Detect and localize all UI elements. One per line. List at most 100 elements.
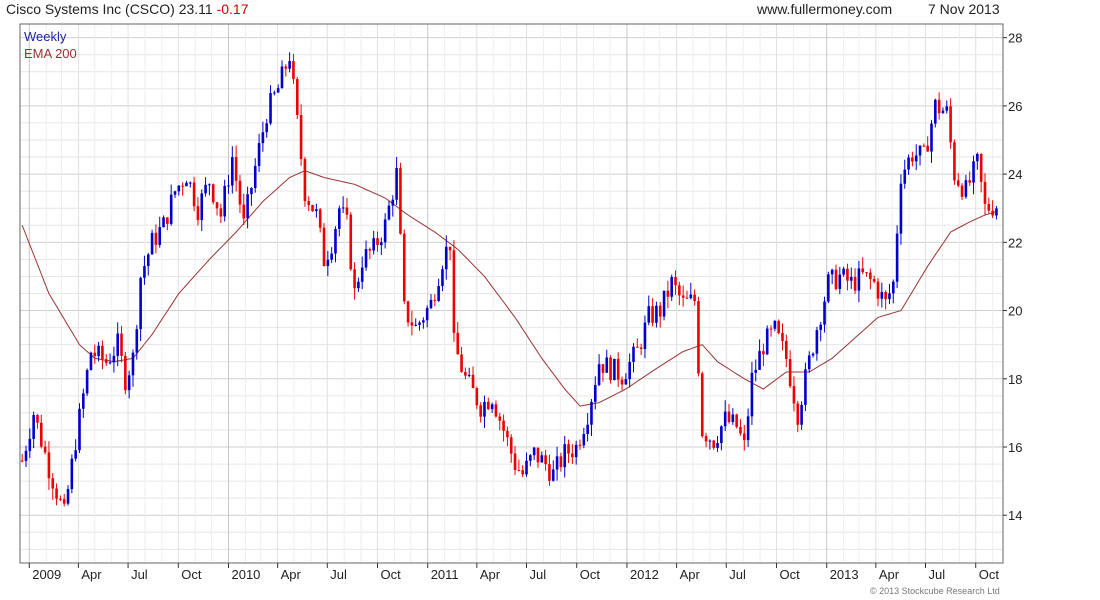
candle-body: [292, 61, 295, 80]
candle-body: [758, 351, 761, 370]
candle-body: [487, 401, 490, 410]
candle-body: [425, 308, 429, 321]
candle-body: [502, 420, 505, 431]
candle-body: [888, 293, 891, 300]
candle-body: [838, 274, 842, 290]
candle-body: [597, 364, 601, 385]
candle-body: [884, 291, 887, 300]
candle-body: [754, 369, 758, 373]
candle-body: [364, 249, 368, 268]
candle-body: [231, 157, 234, 186]
candle-body: [544, 455, 547, 465]
candle-body: [414, 324, 418, 326]
candle-body: [792, 386, 796, 404]
x-tick-label: 2013: [830, 567, 859, 582]
candle-body: [154, 232, 158, 245]
candle-body: [257, 143, 261, 166]
y-tick-label: 24: [1008, 167, 1022, 182]
candle-body: [24, 450, 28, 461]
candle-body: [643, 322, 647, 349]
x-tick-label: Apr: [281, 567, 302, 582]
candle-body: [532, 447, 536, 456]
candle-body: [578, 444, 582, 446]
candle-body: [632, 346, 635, 362]
candle-body: [280, 66, 284, 89]
candle-body: [97, 345, 100, 357]
candle-body: [846, 268, 849, 281]
candle-body: [613, 358, 616, 381]
legend-weekly: Weekly: [24, 29, 67, 44]
candle-body: [234, 157, 238, 181]
candle-body: [448, 246, 452, 251]
candle-body: [380, 242, 383, 246]
candle-body: [418, 322, 421, 325]
candle-body: [918, 145, 922, 156]
y-tick-label: 28: [1008, 31, 1022, 46]
candle-body: [601, 364, 605, 373]
candle-body: [727, 411, 731, 422]
candle-body: [723, 411, 727, 427]
candle-body: [146, 254, 150, 267]
candle-body: [750, 372, 754, 417]
candle-body: [536, 447, 540, 463]
candle-body: [693, 294, 696, 302]
candle-body: [983, 181, 987, 204]
candle-body: [548, 464, 551, 481]
candle-body: [490, 404, 494, 410]
y-tick-label: 20: [1008, 304, 1022, 319]
candle-body: [765, 328, 769, 355]
candle-body: [834, 269, 838, 290]
candle-body: [620, 379, 624, 385]
candle-body: [891, 281, 895, 294]
candle-body: [582, 434, 586, 446]
candle-body: [215, 202, 219, 209]
candle-body: [173, 191, 177, 195]
candles: [20, 52, 998, 507]
candle-body: [135, 329, 139, 353]
candle-body: [47, 452, 51, 479]
candle-body: [276, 88, 280, 93]
candle-body: [666, 290, 670, 297]
candle-body: [823, 301, 826, 325]
candle-body: [704, 436, 708, 442]
candle-body: [804, 369, 807, 405]
x-tick-label: Jul: [131, 567, 148, 582]
candle-body: [807, 355, 811, 370]
candle-body: [937, 99, 941, 114]
candle-body: [880, 291, 884, 299]
ema-line: [21, 170, 997, 407]
candle-body: [857, 268, 861, 291]
candle-body: [70, 458, 74, 490]
x-tick-label: 2012: [630, 567, 659, 582]
candle-body: [800, 404, 803, 425]
candle-body: [876, 281, 880, 299]
candle-body: [609, 357, 612, 381]
candle-body: [315, 209, 318, 212]
candle-body: [559, 456, 563, 468]
candle-body: [616, 358, 620, 380]
candle-body: [678, 285, 681, 296]
candle-body: [475, 388, 479, 406]
candle-body: [712, 440, 716, 448]
candle-body: [169, 194, 173, 224]
candle-body: [987, 203, 991, 211]
candle-body: [574, 444, 578, 458]
candle-body: [452, 250, 456, 333]
candle-body: [720, 426, 723, 444]
candle-body: [865, 272, 868, 274]
candle-body: [402, 233, 406, 302]
candle-body: [830, 269, 834, 275]
candle-body: [513, 453, 517, 470]
candle-body: [555, 456, 559, 470]
candle-body: [353, 269, 356, 289]
candle-body: [93, 352, 97, 357]
candle-body: [104, 359, 108, 363]
candle-body: [238, 180, 242, 205]
candle-body: [399, 168, 402, 234]
candle-body: [769, 328, 773, 330]
candle-body: [376, 238, 379, 246]
candle-body: [639, 347, 643, 349]
x-tick-label: Apr: [81, 567, 102, 582]
candle-body: [960, 185, 964, 197]
candle-body: [853, 276, 857, 291]
